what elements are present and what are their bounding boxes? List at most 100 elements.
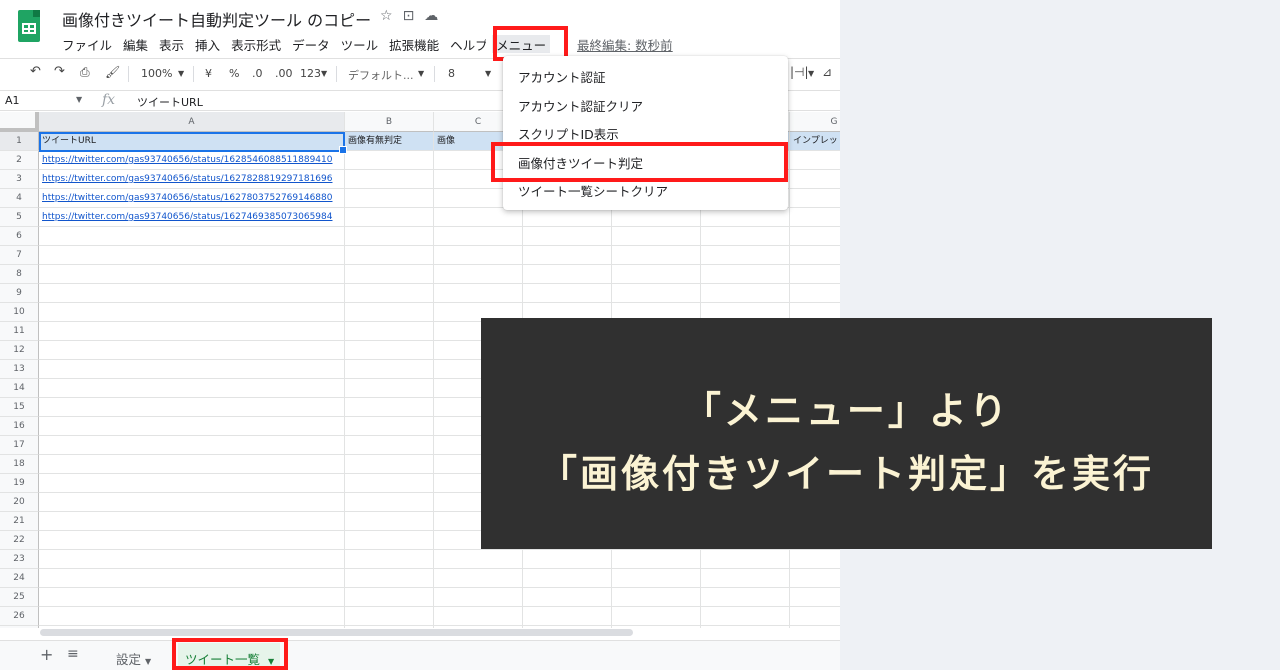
row-header[interactable]: 5 <box>0 208 39 227</box>
cell[interactable] <box>39 474 345 493</box>
cell[interactable] <box>701 265 790 284</box>
cell[interactable] <box>434 265 523 284</box>
font-chevron-down-icon[interactable]: ▼ <box>418 69 424 78</box>
zoom-select[interactable]: 100% <box>141 67 172 80</box>
cell[interactable] <box>523 265 612 284</box>
cloud-status-icon[interactable]: ☁ <box>424 8 438 24</box>
cell[interactable] <box>612 626 701 628</box>
cell[interactable] <box>612 588 701 607</box>
undo-icon[interactable]: ↶ <box>30 64 41 79</box>
cell[interactable] <box>39 322 345 341</box>
cell[interactable] <box>345 303 434 322</box>
url-cell[interactable]: https://twitter.com/gas93740656/status/1… <box>39 151 345 170</box>
row-header[interactable]: 19 <box>0 474 39 493</box>
row-header[interactable]: 7 <box>0 246 39 265</box>
row-header[interactable]: 22 <box>0 531 39 550</box>
cell[interactable] <box>39 284 345 303</box>
row-header[interactable]: 2 <box>0 151 39 170</box>
cell[interactable] <box>39 455 345 474</box>
cell[interactable] <box>701 284 790 303</box>
cell[interactable] <box>39 341 345 360</box>
more-formats-button[interactable]: 123 <box>300 67 321 80</box>
horizontal-scrollbar[interactable] <box>40 629 633 636</box>
cell[interactable] <box>345 588 434 607</box>
cell[interactable] <box>345 474 434 493</box>
cell[interactable] <box>523 626 612 628</box>
cell[interactable] <box>345 607 434 626</box>
decimal-increase-button[interactable]: .00 <box>275 67 293 80</box>
cell[interactable] <box>790 246 840 265</box>
cell[interactable] <box>434 550 523 569</box>
row-header[interactable]: 15 <box>0 398 39 417</box>
cell[interactable] <box>345 208 434 227</box>
cell[interactable] <box>345 189 434 208</box>
sheets-logo-icon[interactable] <box>18 10 40 42</box>
cell[interactable] <box>790 170 840 189</box>
cell[interactable] <box>701 607 790 626</box>
currency-button[interactable]: ¥ <box>205 67 212 80</box>
row-header[interactable]: 23 <box>0 550 39 569</box>
menu-format[interactable]: 表示形式 <box>231 35 281 53</box>
cell[interactable] <box>523 208 612 227</box>
cell[interactable] <box>39 379 345 398</box>
menu-data[interactable]: データ <box>292 35 330 53</box>
percent-button[interactable]: % <box>229 67 239 80</box>
cell[interactable] <box>345 398 434 417</box>
cell[interactable] <box>345 455 434 474</box>
column-header[interactable]: G <box>790 112 840 132</box>
cell[interactable] <box>790 227 840 246</box>
url-cell[interactable]: https://twitter.com/gas93740656/status/1… <box>39 170 345 189</box>
cell[interactable] <box>790 151 840 170</box>
cell[interactable] <box>523 569 612 588</box>
cell[interactable] <box>39 246 345 265</box>
row-header[interactable]: 14 <box>0 379 39 398</box>
paint-format-icon[interactable]: 🖌 <box>105 65 120 79</box>
header-cell[interactable]: 画像有無判定 <box>345 132 434 151</box>
row-header[interactable]: 6 <box>0 227 39 246</box>
document-title[interactable]: 画像付きツイート自動判定ツール のコピー <box>62 7 371 31</box>
cell[interactable] <box>523 607 612 626</box>
cell[interactable] <box>523 246 612 265</box>
cell[interactable] <box>345 512 434 531</box>
cell[interactable] <box>345 626 434 628</box>
cell[interactable] <box>790 588 840 607</box>
last-edit-status[interactable]: 最終編集: 数秒前 <box>577 35 673 54</box>
text-wrap-icon[interactable]: |⊣| <box>790 65 809 79</box>
cell[interactable] <box>39 569 345 588</box>
cell[interactable] <box>523 227 612 246</box>
cell[interactable] <box>612 246 701 265</box>
row-header[interactable]: 20 <box>0 493 39 512</box>
url-cell[interactable]: https://twitter.com/gas93740656/status/1… <box>39 189 345 208</box>
cell[interactable] <box>523 550 612 569</box>
cell[interactable] <box>612 607 701 626</box>
cell[interactable] <box>39 626 345 628</box>
name-box-chevron-down-icon[interactable]: ▼ <box>76 95 82 104</box>
row-header[interactable]: 13 <box>0 360 39 379</box>
menu-edit[interactable]: 編集 <box>123 35 148 53</box>
cell[interactable] <box>612 284 701 303</box>
cell[interactable] <box>434 607 523 626</box>
cell[interactable] <box>434 569 523 588</box>
header-cell[interactable]: ツイートURL <box>39 132 345 151</box>
cell[interactable] <box>701 227 790 246</box>
row-header[interactable]: 8 <box>0 265 39 284</box>
row-header[interactable]: 27 <box>0 626 39 628</box>
cell[interactable] <box>345 493 434 512</box>
cell[interactable] <box>523 588 612 607</box>
cell[interactable] <box>345 322 434 341</box>
cell[interactable] <box>612 208 701 227</box>
cell[interactable] <box>39 417 345 436</box>
cell[interactable] <box>345 341 434 360</box>
cell[interactable] <box>39 607 345 626</box>
cell[interactable] <box>345 151 434 170</box>
cell[interactable] <box>39 265 345 284</box>
cell[interactable] <box>345 360 434 379</box>
column-header[interactable]: A <box>39 112 345 132</box>
cell[interactable] <box>345 569 434 588</box>
cell[interactable] <box>345 417 434 436</box>
row-header[interactable]: 10 <box>0 303 39 322</box>
cell[interactable] <box>434 227 523 246</box>
rotate-text-icon[interactable]: ⊿ <box>822 65 832 79</box>
cell[interactable] <box>345 246 434 265</box>
font-size-select[interactable]: 8 <box>448 67 455 80</box>
